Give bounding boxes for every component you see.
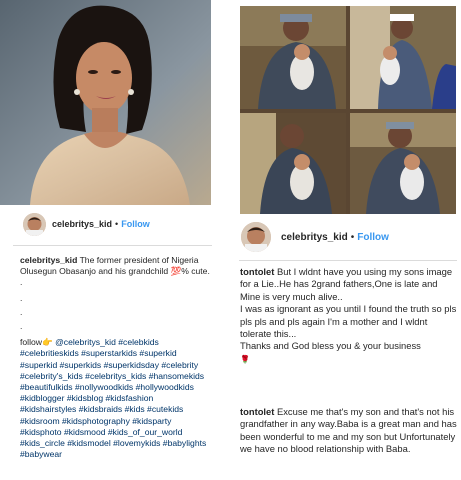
baby-portrait-avatar[interactable] [23, 212, 46, 236]
left-post-panel: celebritys_kid • Follow celebritys_kid T… [0, 0, 224, 480]
left-post-header: celebritys_kid • Follow [23, 212, 150, 236]
rose-emoji: 🌹 [240, 354, 250, 364]
woman-portrait-illustration [0, 0, 211, 205]
comment-1-paragraph-1: tontolet But I wldnt have you using my s… [240, 266, 457, 303]
man-holding-baby-photo-collage [240, 6, 456, 214]
caption-dot-line-1: . [20, 292, 23, 303]
post-photo-woman-portrait [0, 0, 211, 205]
header-divider [13, 245, 212, 246]
header-divider [239, 260, 457, 261]
comment-2: tontolet Excuse me that's my son and tha… [240, 406, 457, 456]
hashtag-list[interactable]: #celebkids #celebritieskids #superstarki… [20, 337, 206, 459]
collage-tile-1 [240, 6, 346, 109]
caption-dot-line-3: . [20, 321, 23, 332]
post-username[interactable]: celebritys_kid [281, 232, 348, 243]
collage-tile-2 [350, 6, 456, 109]
comment-username[interactable]: tontolet [240, 406, 274, 417]
collage-tile-3 [240, 113, 346, 214]
caption-username[interactable]: celebritys_kid [20, 255, 77, 265]
post-username[interactable]: celebritys_kid [52, 219, 112, 229]
caption-text-block: celebritys_kid The former president of N… [20, 255, 212, 289]
right-post-header: celebritys_kid • Follow [241, 221, 389, 253]
baby-face-icon [241, 222, 271, 252]
header-separator-dot: • [350, 231, 355, 243]
baby-portrait-avatar[interactable] [241, 222, 271, 252]
comment-username[interactable]: tontolet [240, 266, 274, 277]
follow-line-prefix: follow👉 [20, 337, 53, 348]
post-photo-collage [240, 6, 456, 214]
comment-1-paragraph-2: I was as ignorant as you until I found t… [240, 303, 457, 340]
comment-1-paragraph-3: Thanks and God bless you & your business [240, 340, 421, 352]
right-post-panel: celebritys_kid • Follow tontolet But I w… [235, 0, 461, 480]
mention-link[interactable]: @celebritys_kid [55, 337, 116, 347]
follow-button[interactable]: Follow [357, 232, 389, 243]
post-caption: celebritys_kid The former president of N… [20, 255, 212, 460]
caption-dot-line-2: . [20, 306, 23, 317]
baby-face-icon [23, 212, 46, 236]
caption-hashtag-block: follow👉 @celebritys_kid #celebkids #cele… [20, 337, 212, 460]
header-separator-dot: • [115, 219, 119, 229]
comment-1: tontolet But I wldnt have you using my s… [240, 266, 457, 366]
collage-tile-4 [350, 113, 456, 214]
follow-button[interactable]: Follow [121, 219, 150, 229]
